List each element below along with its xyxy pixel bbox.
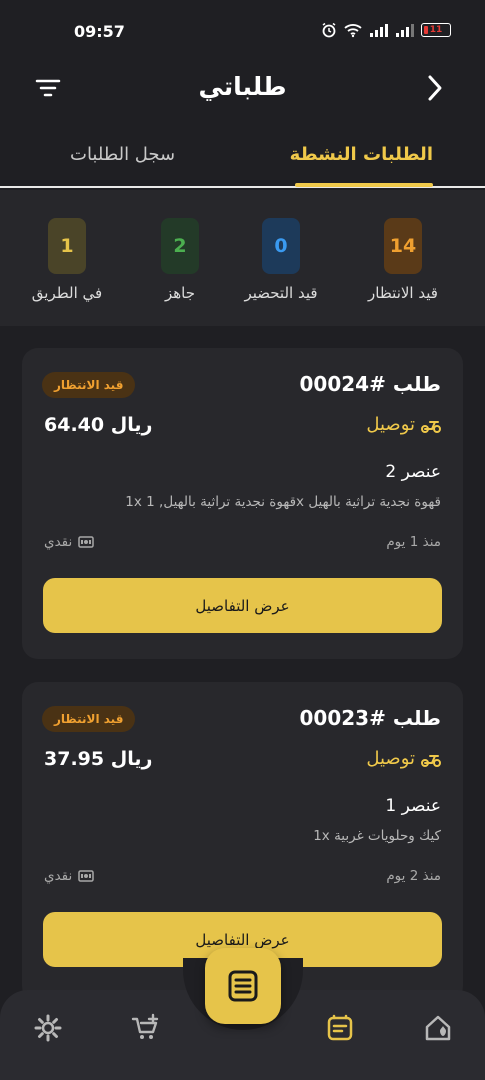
back-button[interactable]	[421, 72, 449, 104]
payment-method: نقدي	[44, 534, 94, 550]
status-bar: 09:57 11	[0, 0, 485, 60]
stat-on-the-way[interactable]: 1 في الطريق	[22, 218, 112, 302]
nav-orders[interactable]	[324, 1012, 356, 1044]
stat-label: في الطريق	[31, 284, 103, 302]
order-status-summary: 1 في الطريق 2 جاهز 0 قيد التحضير 14 قيد …	[0, 190, 485, 326]
items-summary: 1x كيك وحلويات غربية	[313, 828, 441, 844]
stat-pending[interactable]: 14 قيد الانتظار	[358, 218, 448, 302]
item-count: 2 عنصر	[385, 462, 441, 482]
order-time: منذ 2 يوم	[386, 868, 441, 884]
stat-ready[interactable]: 2 جاهز	[135, 218, 225, 302]
stat-box: 1	[48, 218, 86, 274]
order-price: ريال 64.40	[44, 414, 153, 436]
stat-box: 0	[262, 218, 300, 274]
nav-new-order[interactable]	[130, 1012, 162, 1044]
items-summary: 1x قهوة نجدية تراثية بالهيل, 1x قهوة نجد…	[125, 494, 441, 510]
order-time: منذ 1 يوم	[386, 534, 441, 550]
nav-settings[interactable]	[32, 1012, 64, 1044]
status-badge: قيد الانتظار	[42, 372, 136, 398]
active-tab-indicator	[295, 183, 433, 187]
payment-method: نقدي	[44, 868, 94, 884]
receipt-icon	[228, 970, 258, 1002]
tab-order-history[interactable]: سجل الطلبات	[70, 144, 175, 165]
wifi-icon	[344, 24, 362, 38]
stat-box: 2	[161, 218, 199, 274]
stat-count: 1	[60, 235, 74, 257]
stat-count: 14	[389, 235, 417, 257]
stat-box: 14	[384, 218, 422, 274]
stat-label: قيد التحضير	[244, 284, 318, 302]
stat-label: قيد الانتظار	[368, 284, 438, 302]
alarm-icon	[322, 22, 336, 38]
delivery-label: توصيل	[366, 748, 415, 769]
orders-fab-button[interactable]	[205, 948, 281, 1024]
cart-add-icon	[131, 1013, 159, 1039]
delivery-type: توصيل	[366, 748, 441, 769]
delivery-label: توصيل	[366, 414, 415, 435]
signal-icon	[370, 24, 388, 37]
app-header: طلباتي	[0, 60, 485, 120]
order-card: قيد الانتظار طلب #00024 ريال 64.40 توصيل…	[22, 348, 463, 659]
status-badge: قيد الانتظار	[42, 706, 136, 732]
stat-count: 2	[173, 235, 187, 257]
battery-level: 11	[429, 25, 443, 35]
stat-preparing[interactable]: 0 قيد التحضير	[236, 218, 326, 302]
cash-icon	[78, 870, 94, 882]
battery-icon: 11	[421, 23, 451, 37]
orders-icon	[327, 1014, 353, 1041]
payment-label: نقدي	[44, 868, 73, 884]
chevron-right-icon	[428, 75, 442, 101]
view-details-button[interactable]: عرض التفاصيل	[43, 578, 442, 633]
order-number: طلب #00024	[299, 372, 442, 396]
stat-count: 0	[274, 235, 288, 257]
order-price: ريال 37.95	[44, 748, 153, 770]
status-time: 09:57	[74, 22, 125, 41]
settings-icon	[34, 1014, 62, 1042]
delivery-type: توصيل	[366, 414, 441, 435]
home-icon	[425, 1015, 451, 1041]
scooter-icon	[421, 754, 441, 767]
signal-icon-2	[396, 24, 414, 37]
order-number: طلب #00023	[299, 706, 442, 730]
page-title: طلباتي	[198, 72, 287, 101]
tab-active-orders[interactable]: الطلبات النشطة	[290, 144, 433, 165]
scooter-icon	[421, 420, 441, 433]
stat-label: جاهز	[164, 284, 196, 302]
status-icons: 11	[321, 22, 451, 38]
item-count: 1 عنصر	[385, 796, 441, 816]
cash-icon	[78, 536, 94, 548]
payment-label: نقدي	[44, 534, 73, 550]
tabs: سجل الطلبات الطلبات النشطة	[0, 128, 485, 188]
nav-home[interactable]	[422, 1012, 454, 1044]
